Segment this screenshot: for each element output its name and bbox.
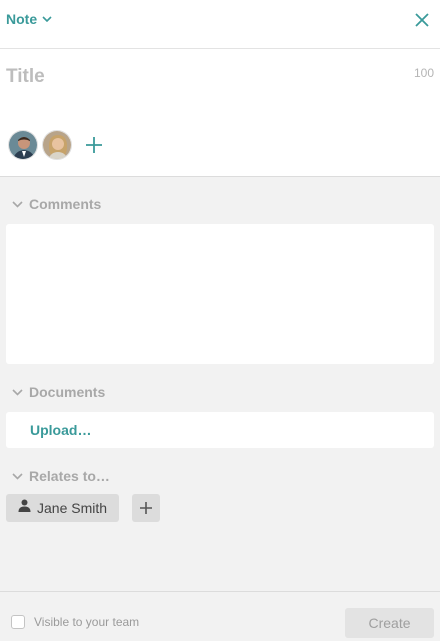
note-type-label: Note [6, 11, 38, 27]
char-count: 100 [413, 66, 434, 80]
comments-heading: Comments [29, 196, 102, 212]
panel-footer: Visible to your team Create [0, 591, 440, 641]
comments-section-toggle[interactable]: Comments [12, 195, 101, 213]
chevron-down-icon [12, 195, 23, 213]
note-type-dropdown[interactable]: Note [6, 11, 52, 27]
relation-chip-label: Jane Smith [37, 500, 108, 516]
panel-header: Note [0, 0, 440, 49]
upload-link[interactable]: Upload… [30, 422, 91, 438]
visible-to-team-checkbox[interactable] [11, 615, 25, 629]
add-participant-button[interactable] [84, 135, 104, 155]
comments-input[interactable] [6, 224, 434, 364]
note-details: 100 [0, 49, 440, 177]
add-relation-button[interactable] [132, 494, 160, 522]
chevron-down-icon [42, 16, 52, 22]
documents-box: Upload… [6, 412, 434, 448]
close-icon[interactable] [414, 12, 430, 28]
documents-section-toggle[interactable]: Documents [12, 383, 105, 401]
create-button[interactable]: Create [345, 608, 434, 638]
visible-to-team-label: Visible to your team [34, 615, 140, 629]
avatar[interactable] [8, 130, 38, 160]
chevron-down-icon [12, 383, 23, 401]
relation-chip[interactable]: Jane Smith [6, 494, 120, 522]
person-icon [18, 499, 31, 517]
relates-to-section-toggle[interactable]: Relates to… [12, 467, 110, 485]
relates-to-heading: Relates to… [29, 468, 110, 484]
documents-heading: Documents [29, 384, 106, 400]
note-body: Comments Documents Upload… Relates to… J… [0, 177, 440, 591]
avatar[interactable] [42, 130, 72, 160]
participants [8, 130, 104, 160]
title-input[interactable] [6, 63, 386, 91]
chevron-down-icon [12, 467, 23, 485]
